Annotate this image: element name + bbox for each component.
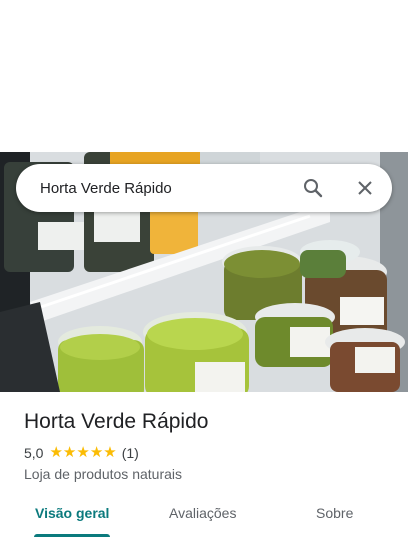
star-icon: ★: [62, 444, 77, 461]
search-bar[interactable]: Horta Verde Rápido: [16, 164, 392, 212]
search-input[interactable]: Horta Verde Rápido: [40, 180, 301, 197]
tab-about[interactable]: Sobre: [316, 496, 353, 540]
search-icon[interactable]: [301, 176, 325, 200]
tab-bar: Visão geral Avaliações Sobre: [0, 496, 408, 544]
star-icon: ★: [89, 444, 104, 461]
place-title: Horta Verde Rápido: [24, 410, 209, 433]
reviews-count[interactable]: (1): [122, 445, 139, 461]
close-icon[interactable]: [353, 176, 377, 200]
rating-row[interactable]: 5,0 ★ ★ ★ ★ ★ (1): [24, 445, 139, 461]
star-icon: ★: [103, 444, 117, 461]
tab-reviews[interactable]: Avaliações: [169, 496, 236, 540]
rating-value: 5,0: [24, 445, 44, 461]
star-icon: ★: [76, 444, 90, 461]
place-info-panel: Horta Verde Rápido 5,0 ★ ★ ★ ★ ★ (1) Loj…: [0, 392, 408, 544]
rating-stars: ★ ★ ★ ★ ★: [49, 444, 117, 461]
star-icon: ★: [49, 444, 63, 461]
place-category: Loja de produtos naturais: [24, 466, 182, 482]
active-tab-indicator: [34, 534, 110, 537]
map-blank-area: [0, 0, 408, 152]
